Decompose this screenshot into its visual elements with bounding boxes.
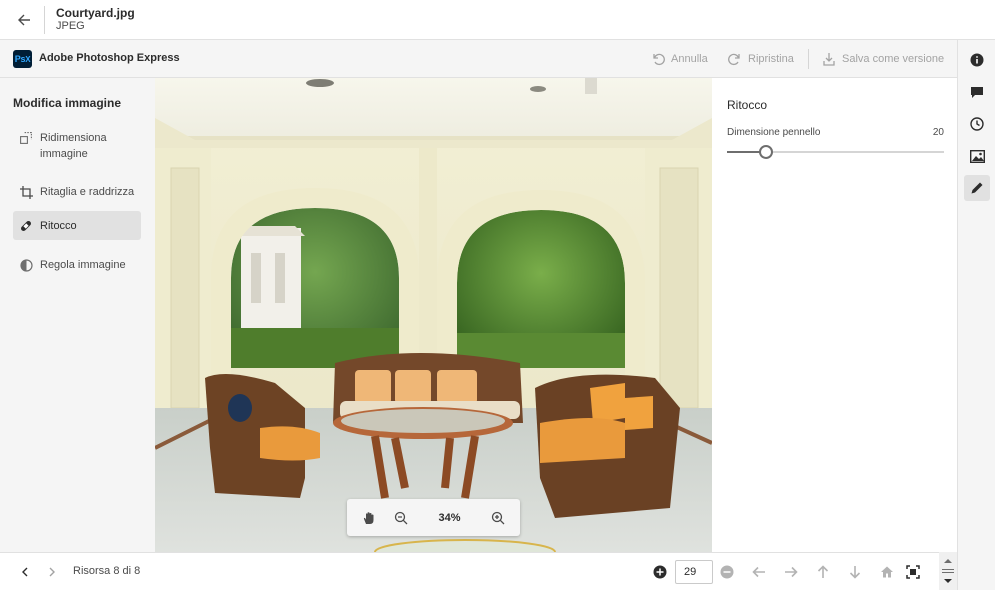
arrow-up-icon — [817, 565, 829, 578]
adjust-icon — [19, 258, 33, 272]
courtyard-photo — [155, 78, 712, 552]
chevron-right-icon — [49, 567, 55, 577]
info-button[interactable] — [964, 47, 990, 73]
page-number-input[interactable] — [675, 560, 713, 584]
app-name: Adobe Photoshop Express — [39, 52, 180, 64]
image-canvas[interactable]: 34% — [155, 78, 712, 552]
undo-icon — [653, 53, 665, 66]
next-asset-button[interactable] — [42, 562, 62, 582]
info-icon — [970, 53, 984, 67]
psx-logo: Ps X — [13, 50, 32, 68]
tool-label: Regola immagine — [40, 259, 126, 271]
fit-screen-button[interactable] — [903, 562, 923, 582]
edit-image-panel: Modifica immagine Ridimensiona immagine … — [0, 78, 155, 552]
edit-button[interactable] — [964, 175, 990, 201]
file-type: JPEG — [56, 20, 85, 32]
tool-resize-image[interactable]: Ridimensiona immagine — [13, 128, 141, 164]
crop-icon — [19, 185, 33, 199]
minus-circle-icon — [720, 565, 734, 579]
back-button[interactable] — [8, 4, 40, 36]
move-left-button[interactable] — [749, 562, 769, 582]
asset-counter: Risorsa 8 di 8 — [73, 565, 141, 577]
chevron-left-icon — [22, 567, 28, 577]
arrow-left-icon — [18, 14, 30, 26]
home-button[interactable] — [877, 562, 897, 582]
move-right-button[interactable] — [781, 562, 801, 582]
history-icon — [970, 117, 984, 131]
tool-label: Ritocco — [40, 219, 77, 232]
plus-circle-icon — [653, 565, 667, 579]
comments-button[interactable] — [964, 79, 990, 105]
pencil-icon — [971, 182, 983, 194]
tool-label: Ridimensiona immagine — [40, 132, 107, 160]
save-version-icon — [823, 53, 835, 66]
home-icon — [881, 566, 893, 578]
top-header: Courtyard.jpg JPEG — [0, 0, 995, 40]
zoom-level: 34% — [438, 511, 461, 524]
scroll-down-icon — [944, 579, 952, 583]
redo-icon — [728, 53, 740, 66]
panel-heading: Modifica immagine — [13, 96, 122, 110]
zoom-out-icon — [394, 511, 408, 524]
tool-crop-straighten[interactable]: Ritaglia e raddrizza — [13, 181, 141, 203]
scroll-controls[interactable] — [939, 552, 957, 590]
move-up-button[interactable] — [813, 562, 833, 582]
redo-button[interactable]: Ripristina — [728, 50, 794, 68]
brush-size-slider[interactable] — [727, 145, 944, 159]
comment-icon — [971, 87, 983, 98]
right-rail — [957, 40, 995, 590]
tool-adjust-image[interactable]: Regola immagine — [13, 254, 141, 276]
retouch-properties-panel: Ritocco Dimensione pennello 20 — [712, 78, 957, 552]
previous-asset-button[interactable] — [15, 562, 35, 582]
zoom-in-button[interactable] — [486, 506, 510, 530]
tool-label: Ritaglia e raddrizza — [40, 186, 135, 198]
arrow-left-icon — [752, 566, 765, 578]
scroll-up-icon — [944, 559, 952, 563]
panel-title: Ritocco — [727, 98, 768, 112]
slider-thumb[interactable] — [759, 145, 774, 159]
page-decrease-button[interactable] — [717, 562, 737, 582]
zoom-out-button[interactable] — [389, 506, 413, 530]
tool-retouch[interactable]: Ritocco — [13, 211, 141, 240]
file-title: Courtyard.jpg — [56, 6, 135, 20]
hand-icon — [363, 511, 374, 524]
zoom-in-icon — [491, 511, 505, 524]
image-icon — [969, 149, 985, 163]
zoom-toolbar: 34% — [347, 499, 520, 536]
undo-button[interactable]: Annulla — [651, 50, 708, 68]
move-down-button[interactable] — [845, 562, 865, 582]
hand-tool-button[interactable] — [357, 506, 381, 530]
brush-size-value: 20 — [932, 127, 944, 138]
app-bar: Ps X Adobe Photoshop Express Annulla Ripr… — [0, 40, 957, 78]
action-divider — [808, 49, 809, 69]
page-increase-button[interactable] — [650, 562, 670, 582]
heal-bandage-icon — [19, 219, 33, 233]
arrow-right-icon — [785, 566, 798, 578]
image-button[interactable] — [964, 143, 990, 169]
history-button[interactable] — [964, 111, 990, 137]
arrow-down-icon — [849, 566, 861, 579]
brush-size-label: Dimensione pennello — [727, 127, 821, 138]
save-version-button[interactable]: Salva come versione — [822, 50, 944, 68]
header-divider — [44, 6, 45, 34]
bottom-bar: Risorsa 8 di 8 — [0, 552, 957, 590]
scroll-grip-icon — [942, 569, 954, 573]
resize-icon — [19, 131, 33, 145]
fit-screen-icon — [906, 565, 920, 579]
